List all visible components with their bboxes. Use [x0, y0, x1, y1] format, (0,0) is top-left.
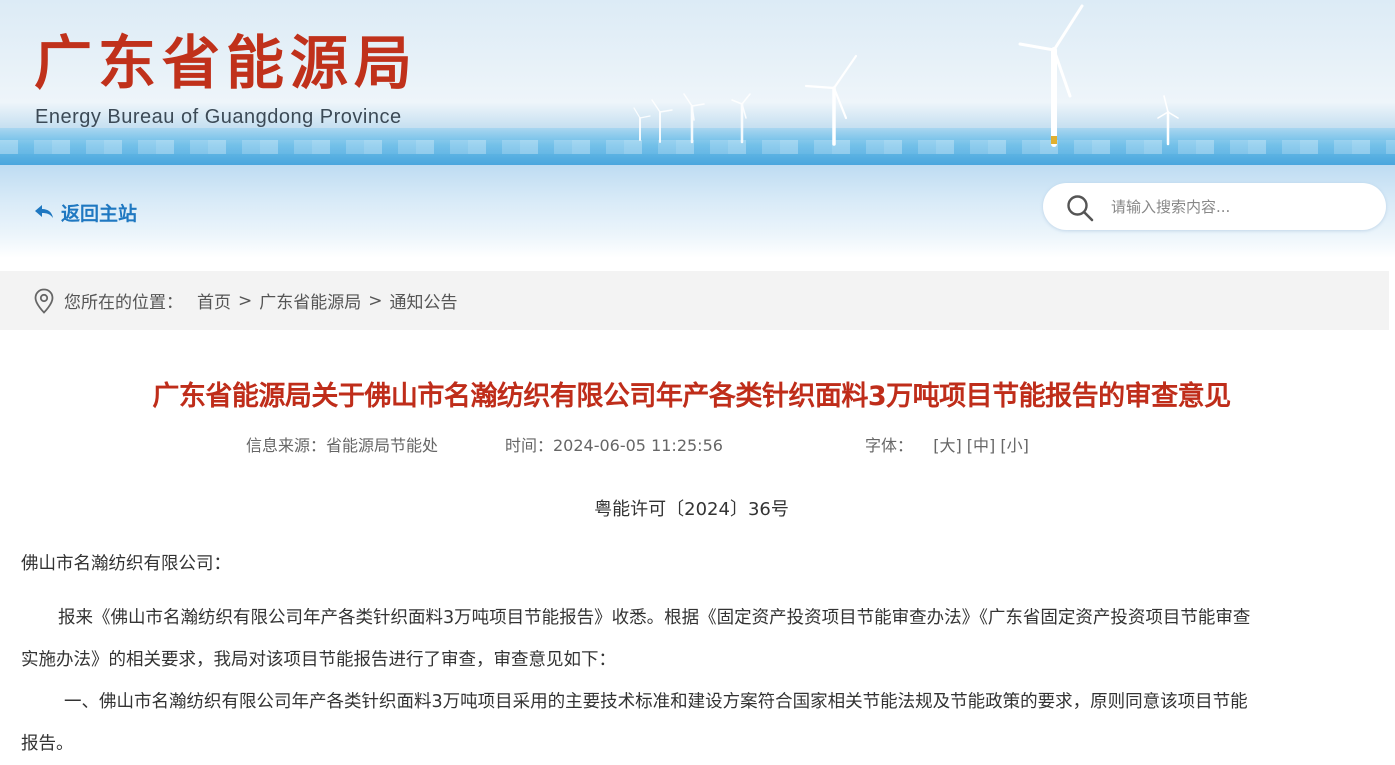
return-home-label: 返回主站: [61, 202, 138, 225]
return-home-link[interactable]: 返回主站: [33, 198, 137, 226]
header-banner: 广东省能源局 Energy Bureau of Guangdong Provin…: [0, 0, 1395, 165]
site-logo-cn[interactable]: 广东省能源局: [34, 28, 418, 98]
wind-turbines-illustration: [633, 4, 1179, 147]
salutation: 佛山市名瀚纺织有限公司：: [21, 543, 1366, 585]
paragraph-1-line-2: 实施办法》的相关要求，我局对该项目节能报告进行了审查，审查意见如下：: [21, 650, 616, 670]
search-icon[interactable]: [1065, 193, 1095, 223]
breadcrumb-notices[interactable]: 通知公告: [390, 288, 458, 313]
paragraph-2-line-2: 报告。: [21, 734, 74, 754]
location-pin-icon: [34, 288, 54, 314]
breadcrumb-prefix: 您所在的位置：: [64, 293, 183, 313]
site-logo-en: Energy Bureau of Guangdong Province: [35, 106, 402, 128]
paragraph-1-line-1: 报来《佛山市名瀚纺织有限公司年产各类针织面料3万吨项目节能报告》收悉。根据《固定…: [58, 608, 1251, 628]
search-box[interactable]: [1043, 183, 1386, 230]
return-arrow-icon: [35, 205, 53, 218]
breadcrumb: 您所在的位置： 首页 > 广东省能源局 > 通知公告: [0, 271, 1389, 330]
article-source: 信息来源：省能源局节能处: [246, 436, 439, 455]
paragraph-2: 一、佛山市名瀚纺织有限公司年产各类针织面料3万吨项目采用的主要技术标准和建设方案…: [21, 681, 1366, 765]
breadcrumb-separator: >: [238, 290, 253, 311]
article-title: 广东省能源局关于佛山市名瀚纺织有限公司年产各类针织面料3万吨项目节能报告的审查意…: [152, 381, 1231, 412]
salutation-text: 佛山市名瀚纺织有限公司：: [21, 554, 231, 574]
paragraph-2-line-1: 一、佛山市名瀚纺织有限公司年产各类针织面料3万吨项目采用的主要技术标准和建设方案…: [64, 692, 1248, 712]
breadcrumb-home[interactable]: 首页: [197, 288, 231, 313]
breadcrumb-separator: >: [368, 290, 383, 311]
font-size-large-button[interactable]: [大]: [933, 436, 962, 455]
font-size-medium-button[interactable]: [中]: [967, 436, 996, 455]
font-size-label: 字体：: [865, 436, 914, 455]
document-number: 粤能许可〔2024〕36号: [594, 499, 789, 520]
article-time: 时间：2024-06-05 11:25:56: [505, 436, 723, 455]
font-size-small-button[interactable]: [小]: [1000, 436, 1029, 455]
search-input[interactable]: [1109, 193, 1373, 221]
paragraph-1: 报来《佛山市名瀚纺织有限公司年产各类针织面料3万吨项目节能报告》收悉。根据《固定…: [21, 597, 1366, 681]
breadcrumb-bureau[interactable]: 广东省能源局: [259, 288, 361, 313]
font-size-control: 字体： [大] [中] [小]: [865, 436, 1029, 456]
